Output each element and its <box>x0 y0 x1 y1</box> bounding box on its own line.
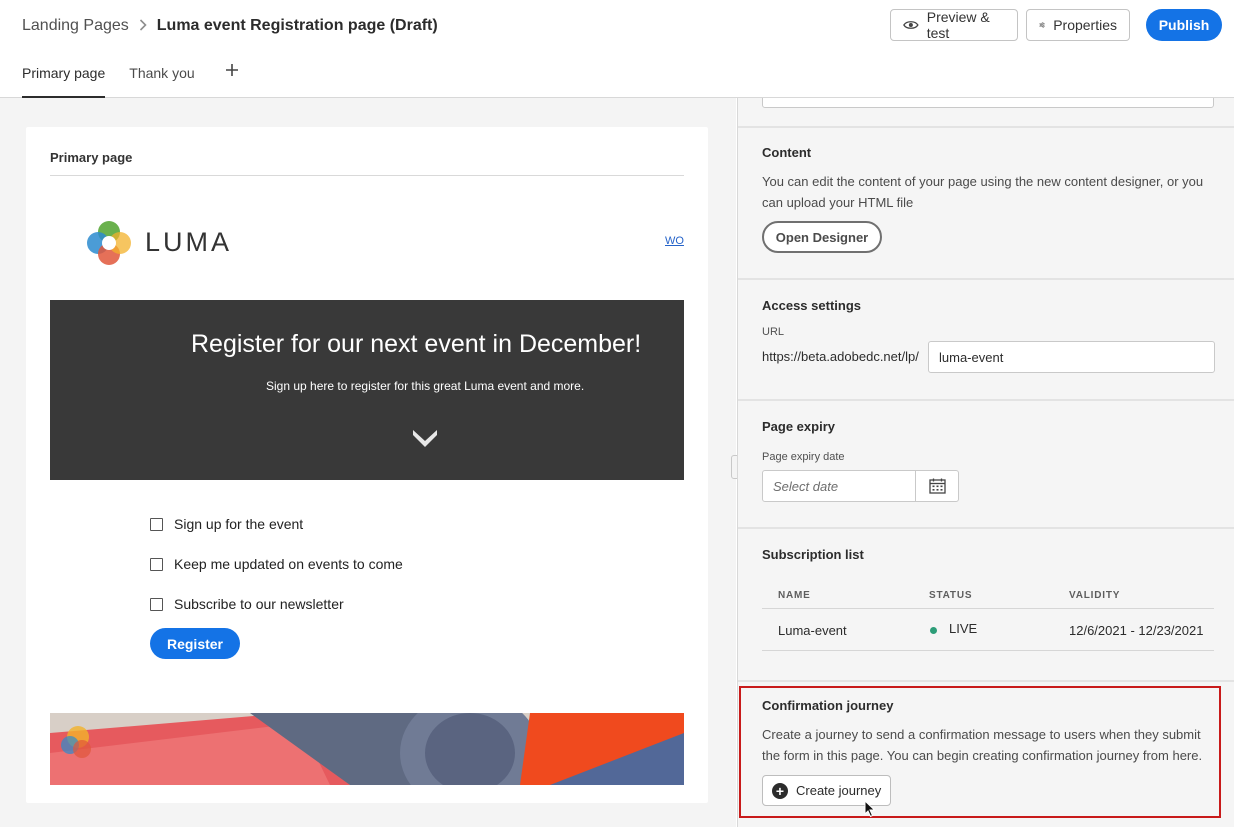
status-dot-icon <box>930 627 937 634</box>
page-expiry-title: Page expiry <box>762 419 835 434</box>
subscription-status: LIVE <box>949 621 978 636</box>
subscription-name: Luma-event <box>778 623 847 638</box>
yoga-mat-image <box>50 713 684 785</box>
luma-logo-icon <box>87 221 131 265</box>
divider <box>50 175 684 176</box>
page-tabs: Primary page Thank you <box>22 58 239 98</box>
tab-primary-page[interactable]: Primary page <box>22 58 106 98</box>
content-description: You can edit the content of your page us… <box>762 174 1204 210</box>
table-row[interactable]: Luma-event LIVE 12/6/2021 - 12/23/2021 <box>762 611 1214 651</box>
checkbox-label: Subscribe to our newsletter <box>174 596 344 612</box>
column-header-name: NAME <box>778 590 811 601</box>
preview-test-button[interactable]: Preview & test <box>890 9 1018 41</box>
subscription-list-title: Subscription list <box>762 547 864 562</box>
hero-title: Register for our next event in December! <box>191 330 642 358</box>
breadcrumb-landing-pages[interactable]: Landing Pages <box>22 17 129 35</box>
preview-test-label: Preview & test <box>926 9 990 41</box>
register-button[interactable]: Register <box>150 628 240 659</box>
subscription-validity: 12/6/2021 - 12/23/2021 <box>1069 623 1204 638</box>
publish-button[interactable]: Publish <box>1146 9 1222 41</box>
checkbox-signup-event[interactable]: Sign up for the event <box>150 516 303 532</box>
checkbox-label: Keep me updated on events to come <box>174 556 403 572</box>
nav-link[interactable]: WO <box>665 235 684 247</box>
checkbox[interactable] <box>150 517 163 531</box>
subscription-table-header: NAME STATUS VALIDITY <box>762 581 1214 609</box>
page-preview-card: Primary page LUMA WO Register for our ne… <box>26 127 708 803</box>
create-journey-label: Create journey <box>796 783 882 798</box>
hero-banner: Register for our next event in December!… <box>50 300 684 480</box>
eye-icon <box>903 21 919 29</box>
breadcrumb: Landing Pages Luma event Registration pa… <box>22 16 438 36</box>
access-settings-title: Access settings <box>762 298 861 313</box>
calendar-icon <box>928 478 946 494</box>
content-section: Content You can edit the content of your… <box>738 128 1234 280</box>
url-label: URL <box>762 326 785 338</box>
page-title: Luma event Registration page (Draft) <box>156 17 438 34</box>
url-slug-input[interactable]: luma-event <box>928 341 1215 373</box>
column-header-validity: VALIDITY <box>1069 590 1121 601</box>
properties-button[interactable]: Properties <box>1026 9 1130 41</box>
card-title: Primary page <box>50 150 133 165</box>
chevron-down-icon <box>413 430 437 447</box>
checkbox-newsletter[interactable]: Subscribe to our newsletter <box>150 596 344 612</box>
column-header-status: STATUS <box>929 590 973 601</box>
expiry-date-input[interactable]: Select date <box>762 470 916 502</box>
page-canvas: Primary page LUMA WO Register for our ne… <box>0 98 741 827</box>
luma-logo-text: LUMA <box>145 227 233 257</box>
properties-label: Properties <box>1053 17 1117 33</box>
expiry-date-placeholder: Select date <box>773 478 839 494</box>
content-title: Content <box>762 145 812 160</box>
checkbox[interactable] <box>150 557 163 571</box>
page-expiry-label: Page expiry date <box>762 451 845 463</box>
top-header: Landing Pages Luma event Registration pa… <box>0 0 1234 98</box>
checkbox-keep-updated[interactable]: Keep me updated on events to come <box>150 556 403 572</box>
sliders-icon <box>1039 22 1045 28</box>
hero-subtitle: Sign up here to register for this great … <box>266 379 585 393</box>
open-designer-button[interactable]: Open Designer <box>762 221 882 253</box>
page-name-field[interactable] <box>762 98 1214 108</box>
add-circle-icon: + <box>772 782 788 799</box>
page-expiry-section: Page expiry Page expiry date Select date <box>738 401 1234 529</box>
tab-thank-you[interactable]: Thank you <box>129 58 194 98</box>
checkbox-label: Sign up for the event <box>174 516 304 532</box>
mouse-cursor-icon <box>864 800 876 818</box>
add-page-icon[interactable] <box>225 58 239 83</box>
calendar-button[interactable] <box>915 470 959 502</box>
checkbox[interactable] <box>150 597 163 611</box>
access-settings-section: Access settings URL https://beta.adobedc… <box>738 280 1234 401</box>
url-prefix: https://beta.adobedc.net/lp/ <box>762 349 919 364</box>
chevron-right-icon <box>139 18 147 34</box>
subscription-list-section: Subscription list NAME STATUS VALIDITY L… <box>738 529 1234 682</box>
